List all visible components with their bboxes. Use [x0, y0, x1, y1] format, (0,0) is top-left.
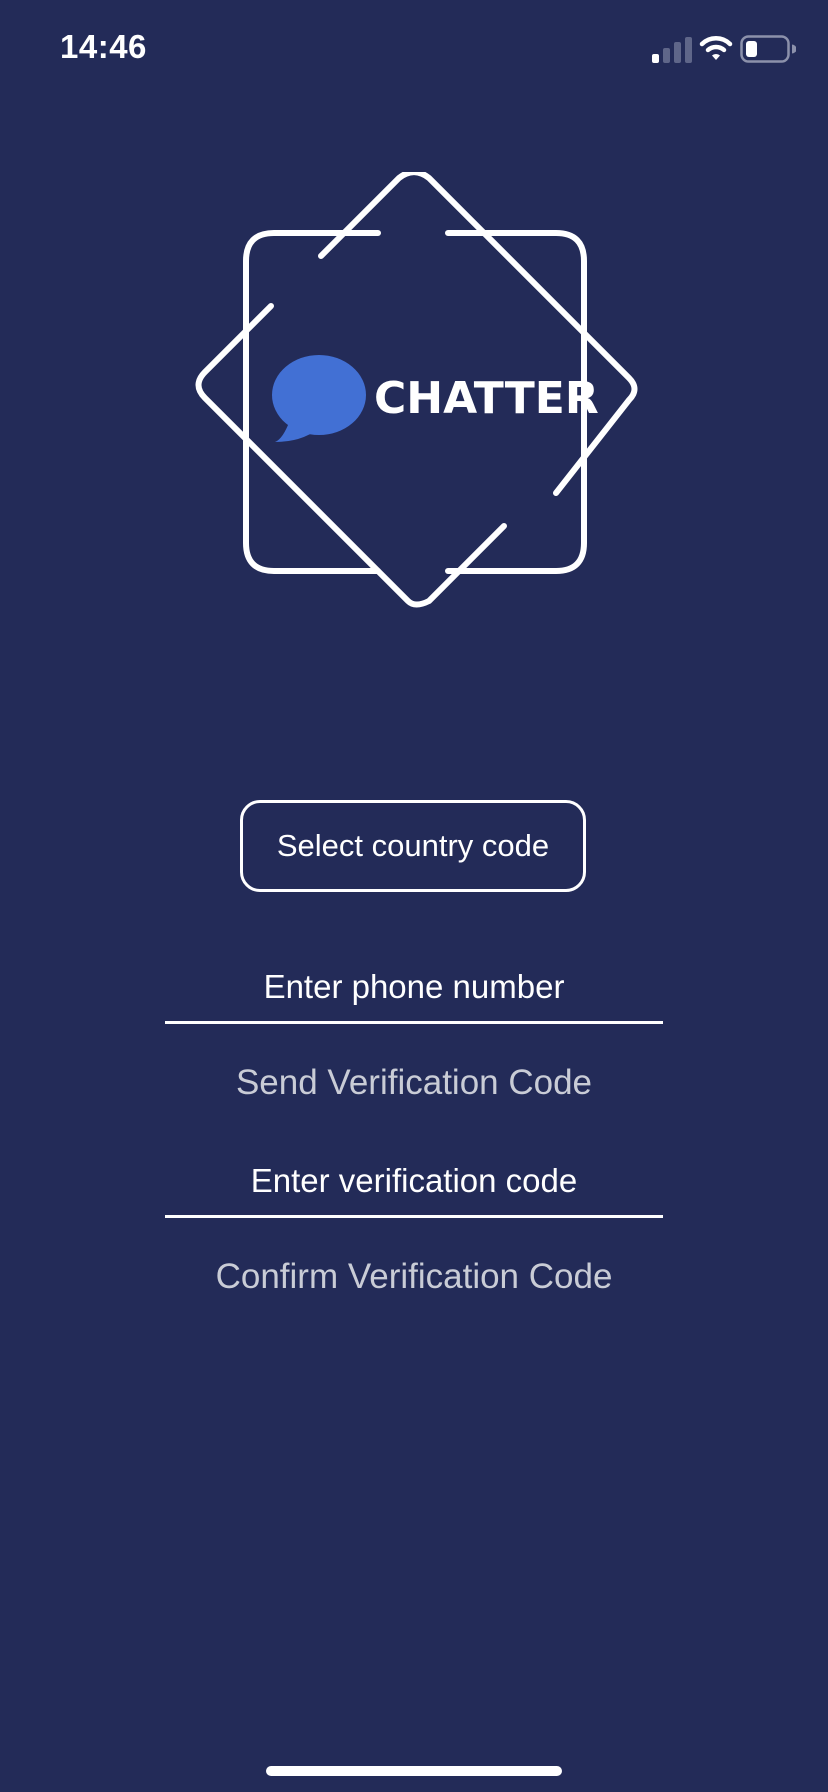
brand-name: CHATTER [374, 373, 599, 424]
select-country-code-button[interactable]: Select country code [240, 800, 586, 892]
wifi-icon [699, 34, 733, 62]
logo-diamond-top [318, 172, 638, 496]
battery-icon [740, 35, 797, 63]
phone-field [165, 952, 663, 1024]
send-verification-code-button[interactable]: Send Verification Code [114, 1053, 714, 1113]
verification-field [165, 1146, 663, 1218]
home-indicator[interactable] [266, 1766, 562, 1776]
phone-number-input[interactable] [165, 967, 663, 1006]
signal-icon [652, 37, 692, 63]
status-time: 14:46 [60, 28, 147, 65]
status-bar: 14:46 [0, 0, 828, 100]
chatter-logo: CHATTER [185, 172, 645, 632]
confirm-verification-code-button[interactable]: Confirm Verification Code [114, 1247, 714, 1307]
logo-frame: CHATTER [195, 172, 638, 608]
verification-code-input[interactable] [165, 1161, 663, 1200]
chat-bubble-icon [272, 355, 366, 442]
